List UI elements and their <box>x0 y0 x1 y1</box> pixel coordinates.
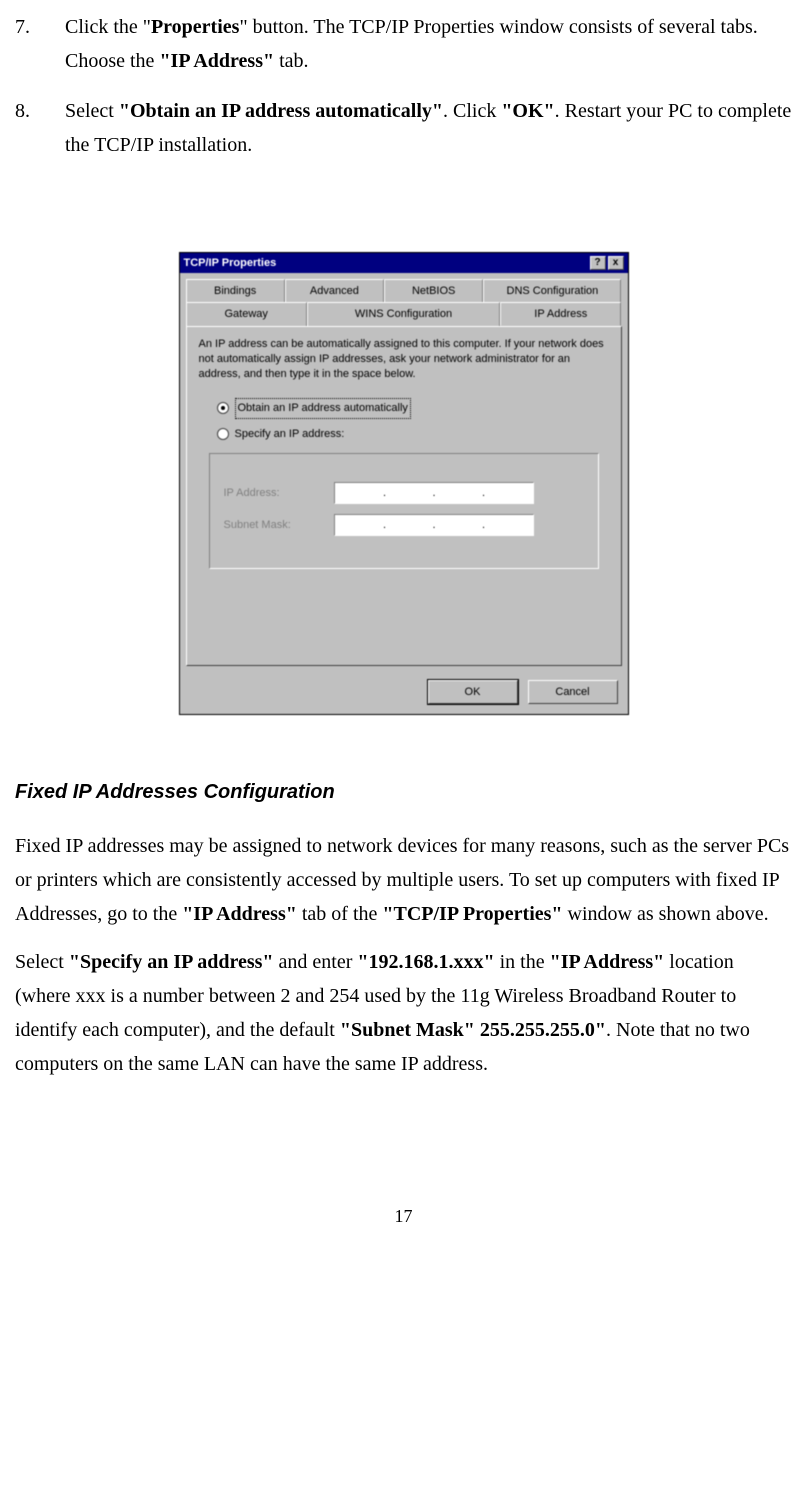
text: tab of the <box>297 903 383 925</box>
text: . Click <box>443 100 501 122</box>
tab-ip-address[interactable]: IP Address <box>500 302 621 327</box>
text: and enter <box>274 951 358 973</box>
tab-bindings[interactable]: Bindings <box>186 279 285 303</box>
ip-octet[interactable] <box>483 483 533 503</box>
section-heading: Fixed IP Addresses Configuration <box>15 775 792 809</box>
radio-label: Obtain an IP address automatically <box>235 398 411 419</box>
tab-panel-ip-address: An IP address can be automatically assig… <box>186 326 622 666</box>
step-number: 7. <box>15 10 65 78</box>
bold-text: "192.168.1.xxx" <box>357 951 494 973</box>
page-number: 17 <box>15 1201 792 1232</box>
ip-octet[interactable] <box>434 483 484 503</box>
subnet-mask-row: Subnet Mask: <box>224 514 584 536</box>
ip-address-label: IP Address: <box>224 484 334 503</box>
ip-group-box: IP Address: Subnet Mask: <box>209 453 599 569</box>
text: Click the " <box>65 16 151 38</box>
window-title: TCP/IP Properties <box>184 254 588 273</box>
panel-description: An IP address can be automatically assig… <box>199 337 609 382</box>
ip-octet[interactable] <box>335 515 385 535</box>
step-body: Select "Obtain an IP address automatical… <box>65 94 792 162</box>
tab-netbios[interactable]: NetBIOS <box>384 279 483 303</box>
ok-button[interactable]: OK <box>428 680 518 704</box>
step-7: 7. Click the "Properties" button. The TC… <box>15 10 792 78</box>
bold-text: "TCP/IP Properties" <box>382 903 562 925</box>
cancel-button[interactable]: Cancel <box>528 680 618 704</box>
text: Select <box>65 100 119 122</box>
tab-row-front: Gateway WINS Configuration IP Address <box>186 302 622 327</box>
tab-wins-configuration[interactable]: WINS Configuration <box>307 302 500 327</box>
ip-octet[interactable] <box>335 483 385 503</box>
section-paragraph-2: Select "Specify an IP address" and enter… <box>15 945 792 1081</box>
radio-icon <box>217 402 229 414</box>
tab-row-back: Bindings Advanced NetBIOS DNS Configurat… <box>186 279 622 303</box>
radio-label: Specify an IP address: <box>235 425 345 444</box>
step-8: 8. Select "Obtain an IP address automati… <box>15 94 792 162</box>
tab-dns-configuration[interactable]: DNS Configuration <box>483 279 621 303</box>
help-button[interactable]: ? <box>590 256 606 270</box>
section-paragraph-1: Fixed IP addresses may be assigned to ne… <box>15 829 792 931</box>
instruction-list: 7. Click the "Properties" button. The TC… <box>15 10 792 162</box>
tcpip-properties-dialog: TCP/IP Properties ? x Bindings Advanced … <box>179 252 629 715</box>
step-body: Click the "Properties" button. The TCP/I… <box>65 10 792 78</box>
bold-text: "Subnet Mask" 255.255.255.0" <box>340 1019 606 1041</box>
ip-address-row: IP Address: <box>224 482 584 504</box>
titlebar: TCP/IP Properties ? x <box>180 253 628 273</box>
bold-text: "OK" <box>501 100 554 122</box>
radio-obtain-auto[interactable]: Obtain an IP address automatically <box>217 398 609 419</box>
tab-advanced[interactable]: Advanced <box>285 279 384 303</box>
ip-address-input[interactable] <box>334 482 534 504</box>
ip-octet[interactable] <box>483 515 533 535</box>
radio-icon <box>217 428 229 440</box>
ip-octet[interactable] <box>384 483 434 503</box>
dialog-buttons: OK Cancel <box>180 672 628 714</box>
bold-text: "IP Address" <box>159 50 274 72</box>
text: in the <box>495 951 550 973</box>
text: window as shown above. <box>563 903 769 925</box>
bold-text: "Specify an IP address" <box>69 951 274 973</box>
subnet-mask-input[interactable] <box>334 514 534 536</box>
ip-octet[interactable] <box>434 515 484 535</box>
radio-specify[interactable]: Specify an IP address: <box>217 425 609 444</box>
tab-area: Bindings Advanced NetBIOS DNS Configurat… <box>180 273 628 672</box>
bold-text: "IP Address" <box>182 903 297 925</box>
bold-text: "Obtain an IP address automatically" <box>119 100 443 122</box>
subnet-mask-label: Subnet Mask: <box>224 516 334 535</box>
tab-gateway[interactable]: Gateway <box>186 302 307 327</box>
close-button[interactable]: x <box>608 256 624 270</box>
dialog-figure: TCP/IP Properties ? x Bindings Advanced … <box>15 252 792 715</box>
bold-text: Properties <box>151 16 240 38</box>
text: tab. <box>274 50 308 72</box>
step-number: 8. <box>15 94 65 162</box>
bold-text: "IP Address" <box>550 951 665 973</box>
ip-octet[interactable] <box>384 515 434 535</box>
text: Select <box>15 951 69 973</box>
